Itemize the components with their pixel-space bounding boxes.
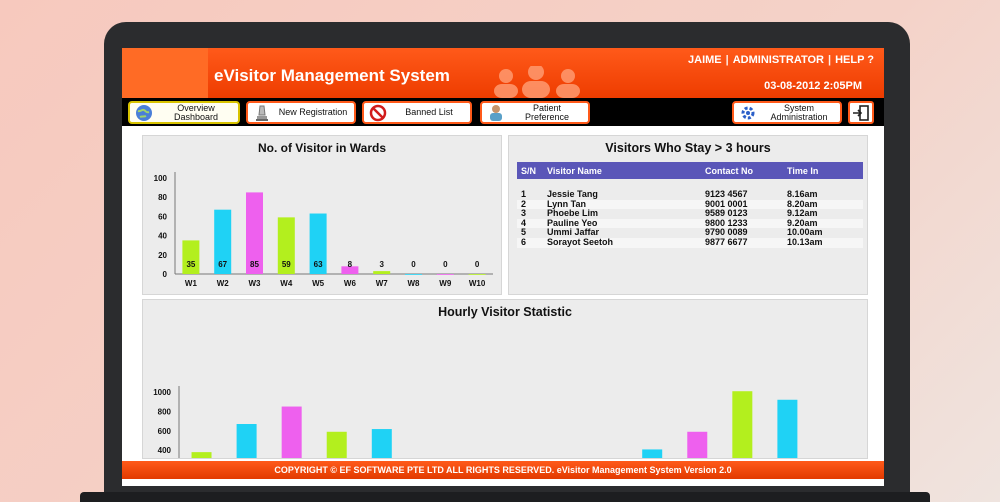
nav-label: Patient Preference xyxy=(524,102,570,122)
lamp-icon xyxy=(248,104,276,122)
copyright-footer: COPYRIGHT © EF SOFTWARE PTE LTD ALL RIGH… xyxy=(122,461,884,479)
globe-icon xyxy=(130,104,158,122)
app-header: eVisitor Management System JAIME | ADMIN… xyxy=(122,48,884,98)
app-title: eVisitor Management System xyxy=(214,66,450,85)
cell-sn: 6 xyxy=(517,237,543,248)
hourly-bar-chart: 020040060080010003808am6709am85010am5901… xyxy=(153,386,798,458)
logo-placeholder xyxy=(122,48,208,98)
x-tick-label: W2 xyxy=(217,279,230,288)
separator: | xyxy=(725,54,729,66)
bar xyxy=(191,452,212,458)
x-tick-label: W9 xyxy=(439,279,452,288)
column-header: S/N xyxy=(517,162,543,179)
x-tick-label: W6 xyxy=(344,279,357,288)
cell-time: 10.13am xyxy=(783,237,863,248)
bar xyxy=(371,429,392,458)
logout-button[interactable] xyxy=(848,101,874,124)
bar xyxy=(468,274,486,275)
data-label: 0 xyxy=(411,260,416,269)
overview-dashboard-button[interactable]: Overview Dashboard xyxy=(128,101,240,124)
data-label: 63 xyxy=(314,260,323,269)
nav-bar: Overview Dashboard New Registration Bann… xyxy=(122,98,884,126)
visitors-graphic-icon xyxy=(494,66,580,98)
current-datetime: 03-08-2012 2:05PM xyxy=(764,80,862,92)
x-tick-label: W10 xyxy=(469,279,486,288)
nav-label: Banned List xyxy=(405,107,453,117)
prohibited-icon xyxy=(364,104,392,122)
patient-icon xyxy=(482,104,510,122)
bar xyxy=(642,449,663,458)
bar xyxy=(326,431,347,458)
y-tick-label: 40 xyxy=(158,232,167,241)
data-label: 59 xyxy=(282,260,291,269)
role-link[interactable]: ADMINISTRATOR xyxy=(733,54,824,66)
column-header: Contact No xyxy=(701,162,783,179)
x-tick-label: W4 xyxy=(280,279,293,288)
column-header: Visitor Name xyxy=(543,162,701,179)
long-stay-table: S/N Visitor Name Contact No Time In 1 Je… xyxy=(517,162,863,248)
y-tick-label: 60 xyxy=(158,212,167,221)
data-label: 8 xyxy=(348,260,353,269)
x-tick-label: W7 xyxy=(376,279,389,288)
x-tick-label: W5 xyxy=(312,279,325,288)
data-label: 85 xyxy=(250,260,259,269)
bar xyxy=(236,424,257,458)
nav-label: Overview Dashboard xyxy=(173,102,219,122)
y-tick-label: 400 xyxy=(158,446,172,455)
nav-label: New Registration xyxy=(278,107,348,117)
bar xyxy=(405,274,422,275)
data-label: 0 xyxy=(475,260,480,269)
app-screen: eVisitor Management System JAIME | ADMIN… xyxy=(122,48,884,486)
exit-door-icon xyxy=(853,104,869,121)
data-label: 67 xyxy=(218,260,227,269)
y-tick-label: 80 xyxy=(158,193,167,202)
y-tick-label: 20 xyxy=(158,251,167,260)
user-links: JAIME | ADMINISTRATOR | HELP ? xyxy=(688,54,874,66)
patient-preference-button[interactable]: Patient Preference xyxy=(480,101,590,124)
cell-contact: 9877 6677 xyxy=(701,237,783,248)
gear-icon xyxy=(734,104,762,122)
wards-bar-chart: 0 20 40 60 80 100 35 W1 67 W2 85 W3 59 W4 63 W5 8 W6 3 W7 0 W… xyxy=(154,172,493,288)
cell-name: Sorayot Seetoh xyxy=(543,237,701,248)
hourly-chart-panel: Hourly Visitor Statistic 020040060080010… xyxy=(142,299,868,459)
y-tick-label: 0 xyxy=(163,270,168,279)
data-label: 3 xyxy=(379,260,384,269)
banned-list-button[interactable]: Banned List xyxy=(362,101,472,124)
long-stay-panel: Visitors Who Stay > 3 hours S/N Visitor … xyxy=(508,135,868,295)
table-header-row: S/N Visitor Name Contact No Time In xyxy=(517,162,863,179)
laptop-base xyxy=(80,492,930,502)
help-link[interactable]: HELP ? xyxy=(835,54,874,66)
nav-label: System Administration xyxy=(770,102,828,122)
table-title: Visitors Who Stay > 3 hours xyxy=(605,141,771,155)
y-tick-label: 100 xyxy=(154,174,168,183)
bar xyxy=(777,399,798,458)
data-label: 35 xyxy=(186,260,195,269)
user-name-link[interactable]: JAIME xyxy=(688,54,722,66)
x-tick-label: W3 xyxy=(249,279,262,288)
y-tick-label: 600 xyxy=(158,427,172,436)
bar xyxy=(436,274,454,275)
column-header: Time In xyxy=(783,162,863,179)
table-row[interactable]: 6 Sorayot Seetoh 9877 6677 10.13am xyxy=(517,237,863,248)
data-label: 0 xyxy=(443,260,448,269)
bar xyxy=(732,391,753,458)
bar xyxy=(281,406,302,458)
system-administration-button[interactable]: System Administration xyxy=(732,101,842,124)
y-tick-label: 800 xyxy=(158,407,172,416)
new-registration-button[interactable]: New Registration xyxy=(246,101,356,124)
wards-chart-panel: No. of Visitor in Wards 0 20 40 60 80 100 35 W1… xyxy=(142,135,502,295)
separator: | xyxy=(828,54,832,66)
bar xyxy=(687,431,708,458)
x-tick-label: W1 xyxy=(185,279,198,288)
x-tick-label: W8 xyxy=(408,279,421,288)
y-tick-label: 1000 xyxy=(153,388,171,397)
bar xyxy=(373,271,391,274)
